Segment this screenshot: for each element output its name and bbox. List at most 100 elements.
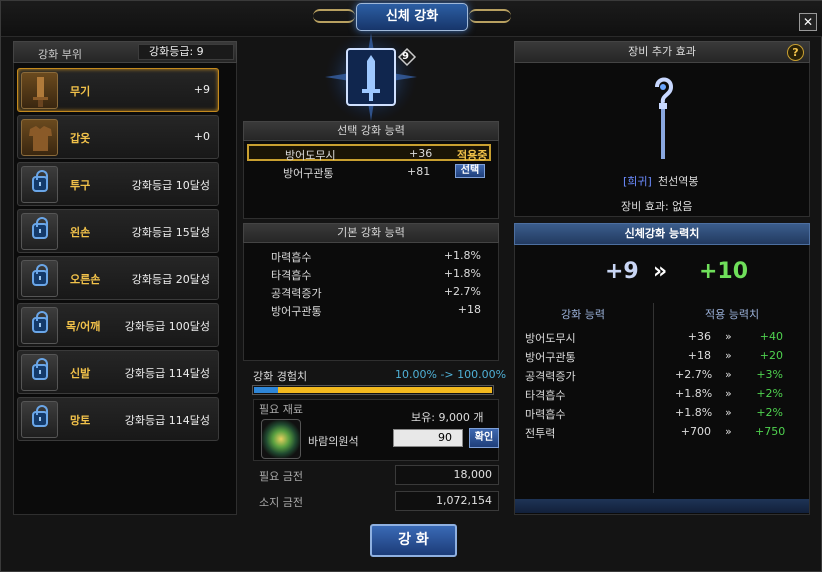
stat-to: +2%	[756, 406, 783, 419]
material-label: 필요 재료	[259, 403, 303, 416]
stat-to: +3%	[756, 368, 783, 381]
lock-icon	[32, 170, 48, 192]
staff-icon	[647, 73, 679, 163]
slot-neck-shoulder[interactable]: 목/어깨 강화등급 100달성	[17, 303, 219, 347]
base-ability-name: 공격력증가	[271, 287, 322, 300]
cost-label: 필요 금전	[259, 470, 303, 483]
item-rarity: [희귀]	[623, 175, 652, 188]
double-arrow-icon: »	[725, 425, 732, 438]
col-ability-label: 강화 능력	[561, 308, 605, 321]
stat-from: +1.8%	[675, 406, 713, 419]
selected-ability-value: +36	[409, 147, 433, 160]
weapon-emblem: 9	[319, 31, 423, 123]
slot-shoes-name: 신발	[70, 367, 91, 380]
slot-right-hand[interactable]: 오른손 강화등급 20달성	[17, 256, 219, 300]
stat-row: 타격흡수 +1.8% » +2%	[525, 387, 805, 405]
stat-from: +18	[687, 349, 711, 362]
cost-value: 18,000	[395, 465, 499, 485]
item-name: 천선역봉	[658, 175, 699, 188]
stat-row: 공격력증가 +2.7% » +3%	[525, 368, 805, 386]
slot-cape-name: 망토	[70, 414, 91, 427]
exp-value: 10.00% -> 100.00%	[395, 368, 507, 381]
stat-to: +40	[759, 330, 783, 343]
enhance-button[interactable]: 강 화	[370, 524, 457, 557]
lock-icon	[32, 358, 48, 380]
slot-shoes-icon-frame	[21, 354, 58, 391]
stat-row: 전투력 +700 » +750	[525, 425, 805, 443]
slot-armor-value: +0	[193, 130, 210, 143]
base-ability-value: +1.8%	[443, 267, 481, 280]
slot-left-hand-value: 강화등급 15달성	[131, 226, 210, 239]
lock-icon	[32, 264, 48, 286]
exp-after-fill	[278, 387, 492, 393]
slot-left-hand-name: 왼손	[70, 226, 91, 239]
confirm-button[interactable]: 확인	[469, 428, 499, 448]
stat-name: 마력흡수	[525, 408, 566, 421]
slot-right-hand-value: 강화등급 20달성	[131, 273, 210, 286]
stat-row: 방어구관통 +18 » +20	[525, 349, 805, 367]
stat-name: 방어구관통	[525, 351, 576, 364]
double-arrow-icon: »	[725, 349, 732, 362]
selectable-ability-value: +81	[407, 165, 431, 178]
help-button[interactable]: ?	[787, 44, 804, 61]
double-arrow-icon: »	[725, 387, 732, 400]
base-ability-row: 방어구관통 +18	[271, 303, 481, 319]
stat-row: 방어도무시 +36 » +40	[525, 330, 805, 348]
slot-helmet-icon-frame	[21, 166, 58, 203]
level-from: +9	[605, 259, 639, 284]
double-arrow-icon: »	[725, 330, 732, 343]
enhance-grade-label: 강화등급: 9	[138, 44, 234, 60]
slot-panel-header: 강화 부위 강화등급: 9	[13, 41, 237, 63]
armor-icon	[21, 119, 58, 156]
slot-weapon[interactable]: 무기 +9	[17, 68, 219, 112]
slot-helmet-name: 투구	[70, 179, 91, 192]
title-ornament-right	[469, 9, 511, 23]
stat-panel-footer	[515, 499, 809, 513]
window-title-plate: 신체 강화	[356, 3, 468, 31]
stat-panel-header: 신체강화 능력치	[514, 223, 810, 245]
material-name: 바람의원석	[308, 435, 359, 448]
lock-icon	[32, 311, 48, 333]
emblem-level-badge: 9	[402, 51, 409, 62]
selected-ability-name: 방어도무시	[285, 149, 336, 162]
slot-armor[interactable]: 갑옷 +0	[17, 115, 219, 159]
slot-cape[interactable]: 망토 강화등급 114달성	[17, 397, 219, 441]
lock-icon	[32, 217, 48, 239]
select-ability-button[interactable]: 선택	[455, 164, 485, 178]
base-ability-value: +2.7%	[443, 285, 481, 298]
stat-row: 마력흡수 +1.8% » +2%	[525, 406, 805, 424]
base-ability-header: 기본 강화 능력	[243, 223, 499, 243]
selected-ability-header: 선택 강화 능력	[243, 121, 499, 141]
exp-label: 강화 경험치	[253, 370, 308, 383]
selected-ability-row[interactable]: 방어도무시 +36 적용중	[247, 144, 491, 162]
selectable-ability-name: 방어구관통	[283, 167, 334, 180]
base-ability-name: 방어구관통	[271, 305, 322, 318]
slot-helmet[interactable]: 투구 강화등급 10달성	[17, 162, 219, 206]
wind-gem-icon	[261, 419, 301, 459]
equipment-effect-header: 장비 추가 효과	[514, 41, 810, 63]
exp-progress-bar	[252, 385, 494, 395]
applied-badge: 적용중	[457, 149, 488, 162]
slot-left-hand[interactable]: 왼손 강화등급 15달성	[17, 209, 219, 253]
base-ability-row: 타격흡수 +1.8%	[271, 267, 481, 283]
exp-current-fill	[254, 387, 278, 393]
stat-to: +750	[755, 425, 786, 438]
slot-helmet-value: 강화등급 10달성	[131, 179, 210, 192]
slot-shoes[interactable]: 신발 강화등급 114달성	[17, 350, 219, 394]
owned-count: 보유: 9,000 개	[411, 411, 484, 424]
material-quantity-input[interactable]: 90	[393, 429, 463, 447]
equipment-effect-text: 장비 효과: 없음	[621, 200, 693, 213]
slot-panel-title: 강화 부위	[38, 48, 82, 61]
double-arrow-icon: »	[653, 259, 668, 284]
stat-to: +2%	[756, 387, 783, 400]
slot-cape-value: 강화등급 114달성	[124, 414, 210, 427]
col-applied-label: 적용 능력치	[705, 308, 760, 321]
gold-value: 1,072,154	[395, 491, 499, 511]
slot-neck-shoulder-name: 목/어깨	[66, 320, 101, 333]
base-ability-row: 마력흡수 +1.8%	[271, 249, 481, 265]
level-to: +10	[699, 259, 749, 284]
close-button[interactable]: ✕	[799, 13, 817, 31]
double-arrow-icon: »	[725, 406, 732, 419]
stat-to: +20	[759, 349, 783, 362]
stat-from: +1.8%	[675, 387, 713, 400]
